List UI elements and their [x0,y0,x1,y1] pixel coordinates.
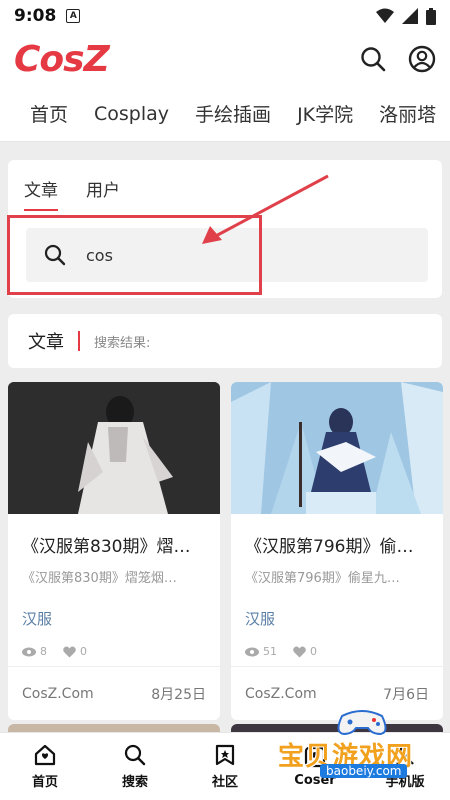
card-body: 《汉服第796期》偷星九… 《汉服第796期》偷星九… 汉服 51 0 [231,518,443,658]
card-excerpt: 《汉服第830期》熠笼烟… [22,571,177,586]
heart-icon [293,646,306,657]
nav-item-lolita[interactable]: 洛丽塔 [379,100,436,127]
heart-icon [63,646,76,657]
status-time: 9:08 [14,6,57,26]
notification-a-icon: A [66,9,81,23]
article-thumbnail[interactable] [8,382,220,514]
card-site: CosZ.Com [245,685,317,702]
nav-item-jk[interactable]: JK学院 [297,100,353,127]
app-header: CosZ [0,32,450,86]
logo-text: CosZ [14,38,110,80]
watermark-url: baobeiy.com [320,764,408,778]
gamepad-icon [337,710,387,736]
annotation-arrow [202,174,329,244]
status-bar: 9:08 A [0,0,450,32]
bottom-nav-community[interactable]: 社区 [180,733,270,800]
card-category[interactable]: 汉服 [245,608,429,629]
header-actions [360,45,436,73]
likes-count: 0 [310,645,317,658]
eye-icon [22,647,36,656]
card-stats: 51 0 [245,645,429,658]
tab-articles[interactable]: 文章 [24,176,58,211]
card-excerpt: 《汉服第796期》偷星九… [245,571,400,586]
search-icon [124,744,146,765]
home-icon [34,744,56,765]
card-title[interactable]: 《汉服第796期》偷星九… [245,532,429,557]
card-date: 8月25日 [151,686,206,703]
signal-icon [402,8,418,24]
views-count: 51 [263,645,277,658]
card-date: 7月6日 [383,686,429,703]
results-title: 文章 [28,332,64,353]
wifi-icon [376,8,394,23]
user-account-icon[interactable] [408,45,436,73]
results-label: 搜索结果: [94,335,151,351]
status-icons [376,7,436,25]
card-stats: 8 0 [22,645,206,658]
bottom-nav-label: 社区 [211,774,238,790]
article-thumbnail[interactable] [231,382,443,514]
battery-icon [426,7,436,25]
article-card[interactable]: 《汉服第830期》熠笼烟… 《汉服第830期》熠笼烟… 汉服 8 0 CosZ.… [8,382,220,720]
results-divider [78,331,80,351]
likes-stat: 0 [63,645,87,658]
bookmark-icon [215,744,235,765]
card-body: 《汉服第830期》熠笼烟… 《汉服第830期》熠笼烟… 汉服 8 0 [8,518,220,658]
category-nav: 首页 Cosplay 手绘插画 JK学院 洛丽塔 [0,86,450,142]
results-header: 文章 搜索结果: [8,314,442,368]
nav-item-illustration[interactable]: 手绘插画 [195,100,271,127]
views-stat: 51 [245,645,277,658]
article-card[interactable]: 《汉服第796期》偷星九… 《汉服第796期》偷星九… 汉服 51 0 CosZ… [231,382,443,720]
card-site: CosZ.Com [22,685,94,702]
logo[interactable]: CosZ [14,38,110,80]
bottom-nav-search[interactable]: 搜索 [90,733,180,800]
card-footer: CosZ.Com 8月25日 [8,666,220,720]
likes-count: 0 [80,645,87,658]
views-stat: 8 [22,645,47,658]
search-icon[interactable] [360,46,386,72]
bottom-nav-home[interactable]: 首页 [0,733,90,800]
card-title[interactable]: 《汉服第830期》熠笼烟… [22,532,206,557]
nav-item-cosplay[interactable]: Cosplay [94,103,169,125]
search-tabs: 文章 用户 [24,176,120,211]
likes-stat: 0 [293,645,317,658]
tab-users[interactable]: 用户 [86,176,120,211]
views-count: 8 [40,645,47,658]
bottom-nav-label: 搜索 [121,774,148,790]
site-watermark: 宝贝游戏网 baobeiy.com [276,708,446,780]
bottom-nav-label: 首页 [31,774,58,790]
card-category[interactable]: 汉服 [22,608,206,629]
eye-icon [245,647,259,656]
nav-item-home[interactable]: 首页 [30,100,68,127]
